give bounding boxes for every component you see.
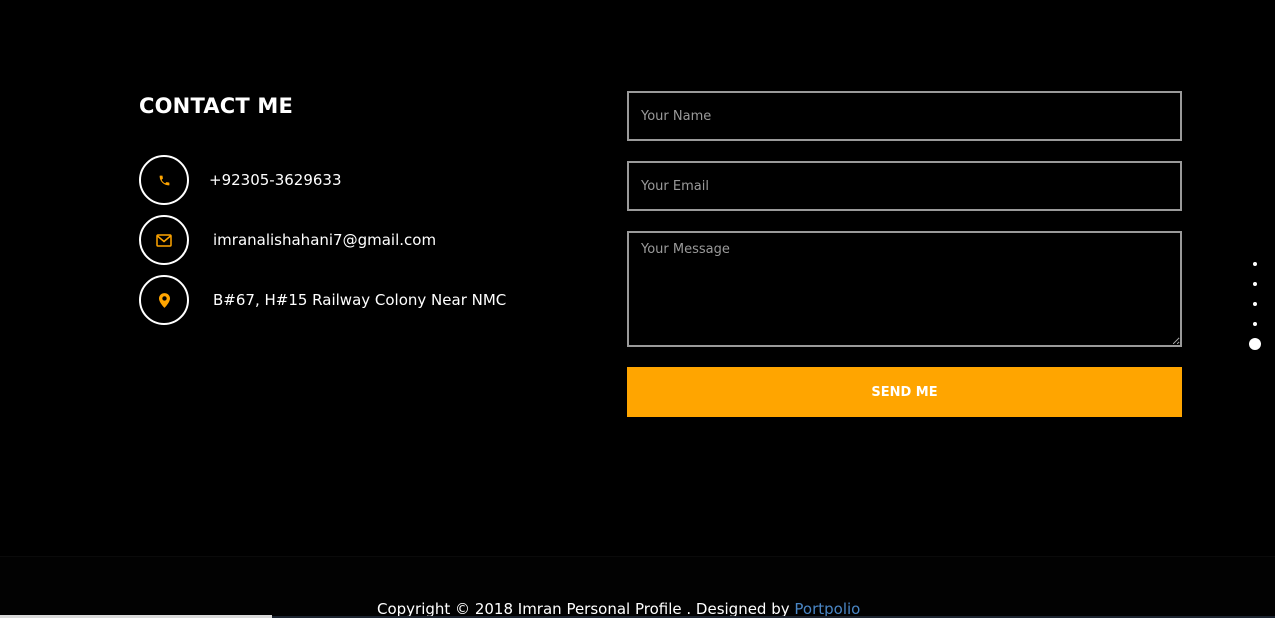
- envelope-icon: [156, 233, 172, 247]
- address-text: B#67, H#15 Railway Colony Near NMC: [213, 291, 507, 309]
- address-row: B#67, H#15 Railway Colony Near NMC: [139, 275, 506, 325]
- phone-row: +92305-3629633: [139, 155, 342, 205]
- nav-dot-2[interactable]: [1253, 282, 1257, 286]
- send-button[interactable]: SEND ME: [627, 367, 1182, 417]
- map-marker-icon-circle: [139, 275, 189, 325]
- nav-dot-5-active[interactable]: [1249, 338, 1261, 350]
- footer: Copyright © 2018 Imran Personal Profile …: [0, 556, 1275, 618]
- email-field[interactable]: [627, 161, 1182, 211]
- message-field[interactable]: [627, 231, 1182, 347]
- nav-dot-1[interactable]: [1253, 262, 1257, 266]
- name-field[interactable]: [627, 91, 1182, 141]
- contact-title: CONTACT ME: [139, 94, 294, 118]
- phone-icon-circle: [139, 155, 189, 205]
- phone-icon: [158, 174, 171, 187]
- phone-number: +92305-3629633: [209, 171, 342, 189]
- nav-dot-4[interactable]: [1253, 322, 1257, 326]
- map-marker-icon: [158, 292, 170, 308]
- envelope-icon-circle: [139, 215, 189, 265]
- nav-dot-3[interactable]: [1253, 302, 1257, 306]
- email-row: imranalishahani7@gmail.com: [139, 215, 436, 265]
- contact-page: CONTACT ME +92305-3629633 imranalishahan…: [0, 0, 1275, 618]
- email-address: imranalishahani7@gmail.com: [213, 231, 437, 249]
